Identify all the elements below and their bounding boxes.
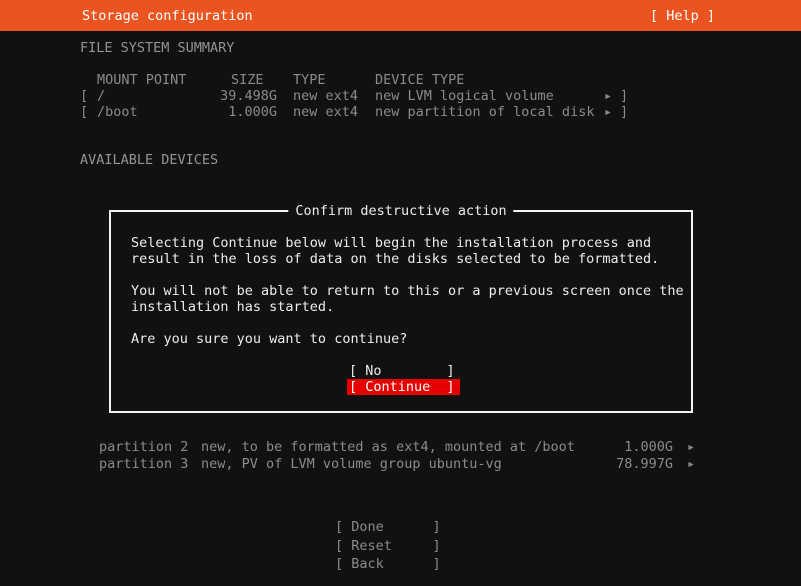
- bracket-close: ]: [620, 88, 629, 104]
- column-header-type: TYPE: [293, 72, 326, 88]
- table-row-root[interactable]: [ / 39.498G new ext4 new LVM logical vol…: [80, 88, 640, 104]
- type-value: new ext4: [293, 88, 359, 104]
- dialog-text-line: You will not be able to return to this o…: [131, 283, 684, 299]
- continue-button-label: [ Continue ]: [349, 379, 455, 395]
- size-value: 1.000G: [228, 104, 277, 120]
- device-type-value: new partition of local disk: [375, 104, 595, 120]
- submenu-arrow-icon: ▸: [687, 439, 696, 455]
- submenu-arrow-icon: ▸: [687, 456, 696, 472]
- column-header-mount-point: MOUNT POINT: [97, 72, 187, 88]
- submenu-arrow-icon: ▸: [604, 88, 613, 104]
- section-heading-filesystem-summary: FILE SYSTEM SUMMARY: [80, 40, 235, 56]
- dialog-text-line: result in the loss of data on the disks …: [131, 251, 660, 267]
- partition-size: 1.000G: [624, 439, 673, 455]
- bracket-open: [: [80, 88, 89, 104]
- table-row-boot[interactable]: [ /boot 1.000G new ext4 new partition of…: [80, 104, 640, 120]
- list-item-partition-3[interactable]: partition 3 new, PV of LVM volume group …: [99, 456, 719, 472]
- list-item-partition-2[interactable]: partition 2 new, to be formatted as ext4…: [99, 439, 719, 455]
- page-title: Storage configuration: [82, 8, 253, 24]
- partition-detail: new, PV of LVM volume group ubuntu-vg: [201, 456, 502, 472]
- partition-label: partition 3: [99, 456, 189, 472]
- device-type-value: new LVM logical volume: [375, 88, 554, 104]
- partition-label: partition 2: [99, 439, 189, 455]
- dialog-title: Confirm destructive action: [288, 203, 514, 219]
- confirm-destructive-action-dialog: Confirm destructive action Selecting Con…: [109, 203, 693, 413]
- section-heading-available-devices: AVAILABLE DEVICES: [80, 152, 219, 168]
- partition-detail: new, to be formatted as ext4, mounted at…: [201, 439, 575, 455]
- column-header-size: SIZE: [231, 72, 264, 88]
- bracket-open: [: [80, 104, 89, 120]
- continue-button[interactable]: [ Continue ]: [347, 379, 460, 395]
- reset-button[interactable]: [ Reset ]: [335, 538, 441, 554]
- partition-size: 78.997G: [616, 456, 673, 472]
- back-button[interactable]: [ Back ]: [335, 556, 441, 572]
- dialog-text-line: Selecting Continue below will begin the …: [131, 235, 652, 251]
- summary-table-header: MOUNT POINT SIZE TYPE DEVICE TYPE: [80, 72, 640, 88]
- column-header-device-type: DEVICE TYPE: [375, 72, 465, 88]
- size-value: 39.498G: [220, 88, 277, 104]
- dialog-text-line: installation has started.: [131, 299, 335, 315]
- submenu-arrow-icon: ▸: [604, 104, 613, 120]
- bracket-close: ]: [620, 104, 629, 120]
- done-button[interactable]: [ Done ]: [335, 519, 441, 535]
- type-value: new ext4: [293, 104, 359, 120]
- dialog-text-line: Are you sure you want to continue?: [131, 331, 408, 347]
- help-button[interactable]: [ Help ]: [650, 8, 715, 24]
- mount-point-value: /boot: [97, 104, 138, 120]
- installer-screen: Storage configuration [ Help ] FILE SYST…: [0, 0, 801, 586]
- no-button[interactable]: [ No ]: [349, 363, 455, 379]
- mount-point-value: /: [97, 88, 106, 104]
- titlebar: Storage configuration [ Help ]: [0, 0, 801, 31]
